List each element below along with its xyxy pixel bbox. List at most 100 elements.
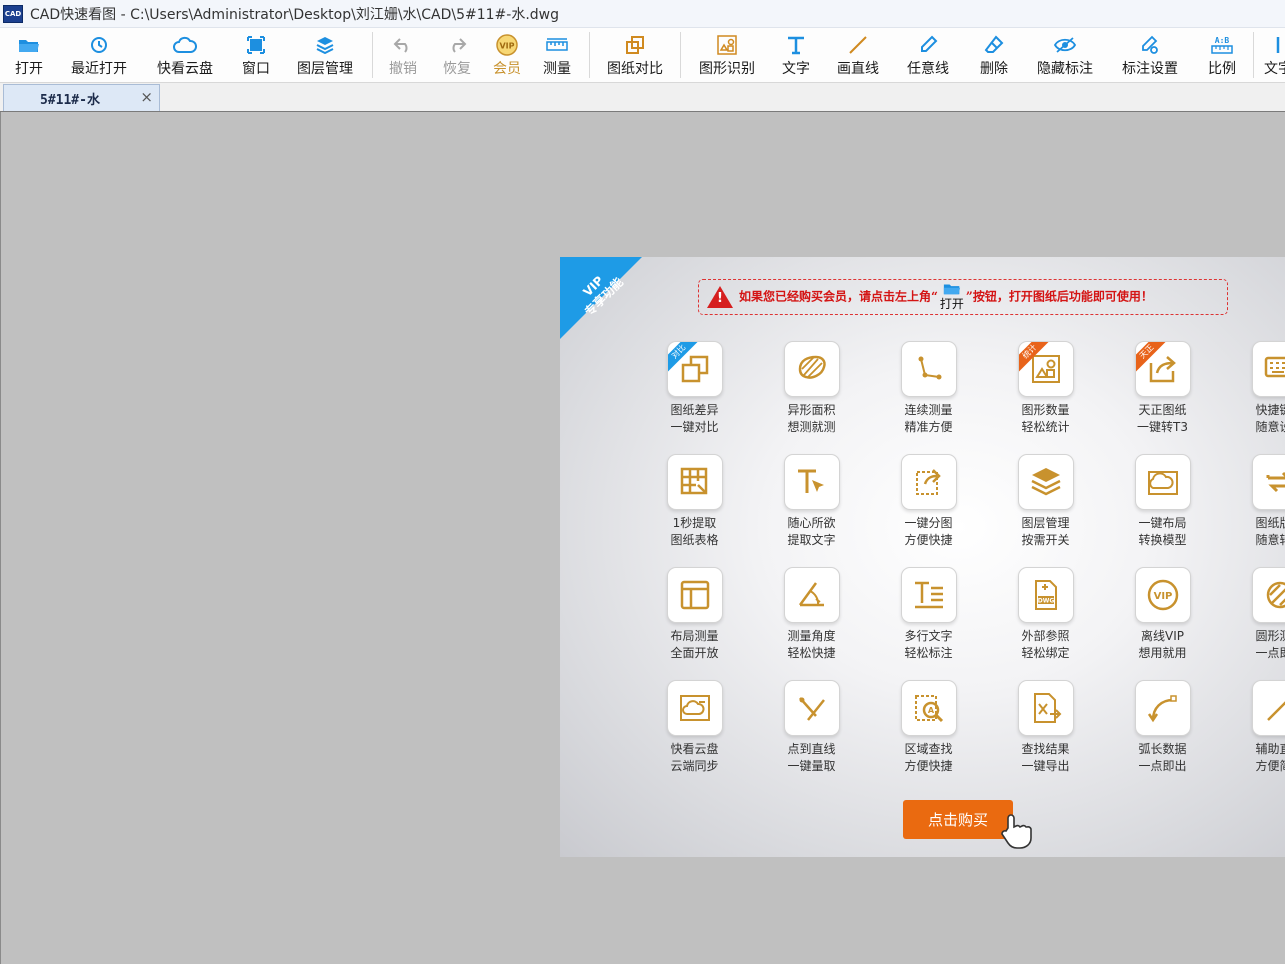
ruler-icon	[545, 34, 569, 56]
freehand-line-button[interactable]: 任意线	[893, 28, 963, 82]
feature-icon-box	[666, 680, 723, 736]
notice-text-before: 如果您已经购买会员，请点击左上角“	[739, 289, 938, 304]
vip-feature-item[interactable]: 测量角度 轻松快捷	[753, 567, 870, 680]
layers-icon	[1030, 468, 1061, 496]
toolbar-divider	[589, 32, 590, 78]
text-extract-icon	[797, 469, 824, 493]
feature-subtitle: 随意设置	[1255, 420, 1285, 434]
pen-icon	[916, 34, 940, 56]
annotation-settings-button[interactable]: 标注设置	[1105, 28, 1195, 82]
window-button[interactable]: 窗口	[230, 28, 282, 82]
feature-icon-box	[900, 341, 957, 397]
measure-button[interactable]: 测量	[529, 28, 585, 82]
vip-feature-item[interactable]: 统计 图形数量 轻松统计	[987, 341, 1104, 454]
svg-text:A:B: A:B	[1215, 36, 1230, 45]
vip-feature-item[interactable]: 1秒提取 图纸表格	[636, 454, 753, 567]
text-button-2[interactable]: 文字	[1258, 28, 1285, 82]
layout-measure-icon	[680, 580, 709, 610]
vip-feature-item[interactable]: 一键布局 转换模型	[1104, 454, 1221, 567]
vip-feature-item[interactable]: A 区域查找 方便快捷	[870, 680, 987, 793]
feature-title: 连续测量	[904, 403, 953, 417]
point-line-icon	[798, 697, 825, 721]
feature-subtitle: 全面开放	[670, 646, 719, 660]
vip-icon: VIP	[495, 34, 519, 56]
vip-feature-item[interactable]: 圆形测量 一点即出	[1221, 567, 1285, 680]
feature-title: 圆形测量	[1255, 629, 1285, 643]
toolbar-divider	[1253, 32, 1254, 78]
vip-feature-item[interactable]: 弧长数据 一点即出	[1104, 680, 1221, 793]
vip-feature-item[interactable]: 快捷键位 随意设置	[1221, 341, 1285, 454]
main-toolbar: 打开 最近打开 快看云盘 窗口 图层管理 撤销 恢复 VIP 会员 测量 图纸对…	[0, 28, 1285, 83]
cloud-drive-button[interactable]: 快看云盘	[140, 28, 230, 82]
vip-feature-item[interactable]: 一键分图 方便快捷	[870, 454, 987, 567]
feature-subtitle: 一点即出	[1138, 759, 1187, 773]
undo-button[interactable]: 撤销	[377, 28, 429, 82]
folder-open-icon	[943, 284, 961, 295]
scale-button[interactable]: A:B 比例	[1195, 28, 1249, 82]
feature-title: 多行文字	[904, 629, 953, 643]
annotation-settings-icon	[1138, 34, 1162, 56]
feature-subtitle: 精准方便	[904, 420, 953, 434]
delete-button[interactable]: 删除	[963, 28, 1025, 82]
vip-button[interactable]: VIP 会员	[485, 28, 529, 82]
vip-feature-item[interactable]: DWG 外部参照 轻松绑定	[987, 567, 1104, 680]
vip-notice: ! 如果您已经购买会员，请点击左上角“ 打开 ”按钮，打开图纸后功能即可使用！	[698, 279, 1228, 315]
layer-manage-button[interactable]: 图层管理	[282, 28, 368, 82]
vip-feature-item[interactable]: 辅助直线 方便简单	[1221, 680, 1285, 793]
arc-icon	[1147, 695, 1177, 723]
feature-subtitle: 一点即出	[1255, 646, 1285, 660]
feature-subtitle: 轻松绑定	[1021, 646, 1070, 660]
feature-title: 快看云盘	[670, 742, 719, 756]
xref-icon: DWG	[1034, 580, 1057, 610]
cloud-icon	[173, 34, 197, 56]
feature-subtitle: 轻松统计	[1021, 420, 1070, 434]
buy-button[interactable]: 点击购买	[903, 800, 1013, 839]
feature-subtitle: 轻松快捷	[787, 646, 836, 660]
feature-subtitle: 转换模型	[1138, 533, 1187, 547]
svg-text:A: A	[927, 706, 934, 715]
vip-feature-item[interactable]: 快看云盘 云端同步	[636, 680, 753, 793]
redo-button[interactable]: 恢复	[429, 28, 485, 82]
vip-feature-grid: 对比 图纸差异 一键对比 异形面积 想测就测 连续测量 精准方便 统计 图形数量…	[636, 341, 1285, 793]
vip-feature-item[interactable]: 连续测量 精准方便	[870, 341, 987, 454]
feature-subtitle: 一键对比	[670, 420, 719, 434]
open-button[interactable]: 打开	[0, 28, 58, 82]
feature-title: 辅助直线	[1255, 742, 1285, 756]
vip-feature-item[interactable]: VIP 离线VIP 想用就用	[1104, 567, 1221, 680]
clock-icon	[87, 34, 111, 56]
toolbar-divider	[680, 32, 681, 78]
feature-subtitle: 方便快捷	[904, 533, 953, 547]
recent-open-button[interactable]: 最近打开	[58, 28, 140, 82]
feature-icon-box	[666, 567, 723, 623]
vip-feature-item[interactable]: 布局测量 全面开放	[636, 567, 753, 680]
text-button[interactable]: 文字	[769, 28, 823, 82]
shape-recognize-button[interactable]: 图形识别	[685, 28, 769, 82]
feature-icon-box: DWG	[1017, 567, 1074, 623]
feature-icon-box	[783, 341, 840, 397]
compare-icon	[623, 34, 647, 56]
drawing-compare-button[interactable]: 图纸对比	[594, 28, 676, 82]
feature-icon-box: A	[900, 680, 957, 736]
tab-document[interactable]: 5#11#-水 ×	[3, 84, 160, 111]
vip-feature-item[interactable]: 图层管理 按需开关	[987, 454, 1104, 567]
draw-line-button[interactable]: 画直线	[823, 28, 893, 82]
vip-feature-item[interactable]: 多行文字 轻松标注	[870, 567, 987, 680]
feature-subtitle: 一键导出	[1021, 759, 1070, 773]
vip-feature-item[interactable]: 天正 天正图纸 一键转T3	[1104, 341, 1221, 454]
notice-text-after: ”按钮，打开图纸后功能即可使用！	[965, 289, 1153, 304]
title-bar: CAD CAD快速看图 - C:\Users\Administrator\Des…	[0, 0, 1285, 28]
feature-subtitle: 云端同步	[670, 759, 719, 773]
vip-feature-item[interactable]: 异形面积 想测就测	[753, 341, 870, 454]
close-icon[interactable]: ×	[140, 88, 153, 106]
notice-open-button[interactable]: 打开	[940, 282, 964, 312]
redo-icon	[445, 34, 469, 56]
feature-subtitle: 想测就测	[787, 420, 836, 434]
vip-feature-item[interactable]: 点到直线 一键量取	[753, 680, 870, 793]
feature-icon-box: VIP	[1134, 567, 1191, 623]
vip-feature-item[interactable]: 查找结果 一键导出	[987, 680, 1104, 793]
hide-annotation-button[interactable]: 隐藏标注	[1025, 28, 1105, 82]
feature-subtitle: 轻松标注	[904, 646, 953, 660]
vip-feature-item[interactable]: 对比 图纸差异 一键对比	[636, 341, 753, 454]
vip-feature-item[interactable]: 图纸版本 随意转换	[1221, 454, 1285, 567]
vip-feature-item[interactable]: 随心所欲 提取文字	[753, 454, 870, 567]
